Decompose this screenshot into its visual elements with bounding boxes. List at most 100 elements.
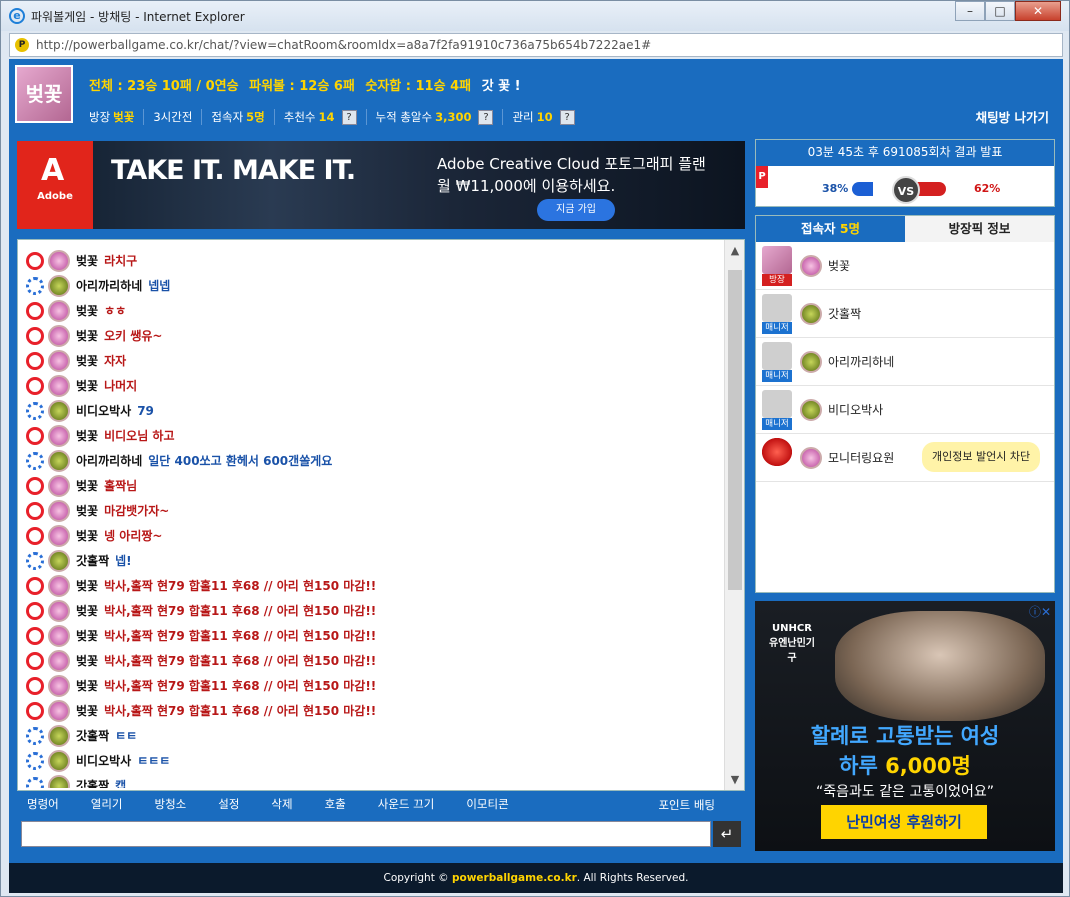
message-nick[interactable]: 벚꽃	[76, 302, 98, 319]
rank-icon	[48, 599, 70, 622]
message-nick[interactable]: 벚꽃	[76, 702, 98, 719]
toolbar-item[interactable]: 방청소	[155, 796, 187, 812]
chat-message: 비디오박사 79	[18, 398, 724, 423]
powerball-badge-icon	[26, 576, 44, 595]
chat-scrollbar[interactable]: ▲ ▼	[724, 240, 744, 790]
user-name[interactable]: 비디오박사	[828, 401, 883, 418]
ad-signup-button[interactable]: 지금 가입	[537, 199, 615, 221]
rank-icon	[48, 724, 70, 747]
room-stats: 전체 : 23승 10패 / 0연승 파워볼 : 12승 6패 숫자합 : 11…	[89, 75, 527, 94]
adobe-banner-ad[interactable]: A Adobe TAKE IT. MAKE IT. Adobe Creative …	[17, 141, 745, 229]
help-icon[interactable]: ?	[341, 109, 357, 125]
user-row[interactable]: 방장 벚꽃	[756, 242, 1054, 290]
ad-line-2a: 하루	[839, 754, 886, 778]
user-row[interactable]: 모니터링요원 개인정보 발언시 차단	[756, 434, 1054, 482]
tab-users[interactable]: 접속자 5명	[756, 216, 905, 242]
chat-message: 벚꽃 박사,홀짝 현79 합홀11 후68 // 아리 현150 마감!!	[18, 698, 724, 723]
result-countdown: 03분 45초 후 691085회차 결과 발표	[756, 140, 1054, 166]
message-text: 박사,홀짝 현79 합홀11 후68 // 아리 현150 마감!!	[104, 629, 377, 643]
powerball-badge-icon	[26, 251, 44, 270]
manage-count: 10	[536, 110, 553, 124]
address-bar[interactable]: P http://powerballgame.co.kr/chat/?view=…	[9, 33, 1063, 57]
ad-close-icon[interactable]: ⓘ✕	[1029, 603, 1051, 620]
help-icon[interactable]: ?	[559, 109, 575, 125]
message-nick[interactable]: 벚꽃	[76, 352, 98, 369]
toolbar-item[interactable]: 명령어	[27, 796, 59, 812]
rank-icon	[48, 274, 70, 297]
tab-users-count: 5명	[839, 221, 861, 236]
message-text: 캡	[115, 779, 127, 788]
message-nick[interactable]: 벚꽃	[76, 577, 98, 594]
scroll-down-icon[interactable]: ▼	[725, 773, 745, 786]
message-nick[interactable]: 아리까리하네	[76, 452, 142, 469]
user-name[interactable]: 아리까리하네	[828, 353, 894, 370]
unhcr-banner-ad[interactable]: ⓘ✕ UNHCR 유엔난민기구 할례로 고통받는 여성 하루 6,000명 “죽…	[755, 601, 1055, 851]
user-name[interactable]: 벚꽃	[828, 257, 850, 274]
message-nick[interactable]: 벚꽃	[76, 627, 98, 644]
message-text: 박사,홀짝 현79 합홀11 후68 // 아리 현150 마감!!	[104, 654, 377, 668]
message-nick[interactable]: 벚꽃	[76, 527, 98, 544]
toolbar-item[interactable]: 열리기	[91, 796, 123, 812]
message-nick[interactable]: 갓홀짝	[76, 777, 109, 788]
user-avatar	[762, 437, 792, 478]
message-nick[interactable]: 벚꽃	[76, 502, 98, 519]
point-bet-button[interactable]: 포인트 배팅	[658, 797, 715, 813]
owner-name[interactable]: 벚꽃	[113, 109, 134, 125]
message-nick[interactable]: 비디오박사	[76, 402, 131, 419]
rank-icon	[48, 424, 70, 447]
rank-icon	[48, 649, 70, 672]
toolbar-item[interactable]: 설정	[218, 796, 239, 812]
message-text: 넵!	[115, 554, 132, 568]
powerball-badge-icon	[26, 701, 44, 720]
stat-total: 전체 : 23승 10패 / 0연승	[89, 79, 239, 94]
footer-site-link[interactable]: powerballgame.co.kr	[452, 872, 577, 884]
help-icon[interactable]: ?	[478, 109, 494, 125]
chat-input[interactable]	[21, 821, 711, 847]
message-nick[interactable]: 벚꽃	[76, 252, 98, 269]
powerball-badge-icon	[26, 626, 44, 645]
user-row[interactable]: 매니저 비디오박사	[756, 386, 1054, 434]
message-nick[interactable]: 벚꽃	[76, 652, 98, 669]
message-nick[interactable]: 벚꽃	[76, 477, 98, 494]
ad-donate-button[interactable]: 난민여성 후원하기	[821, 805, 987, 839]
rank-icon	[48, 374, 70, 397]
scroll-up-icon[interactable]: ▲	[725, 244, 745, 257]
minimize-button[interactable]: –	[955, 1, 985, 21]
message-nick[interactable]: 벚꽃	[76, 602, 98, 619]
message-nick[interactable]: 아리까리하네	[76, 277, 142, 294]
rank-icon	[48, 399, 70, 422]
message-nick[interactable]: 벚꽃	[76, 327, 98, 344]
toolbar-item[interactable]: 삭제	[271, 796, 292, 812]
window-controls: – □ ✕	[955, 1, 1061, 21]
exit-room-button[interactable]: 채팅방 나가기	[976, 107, 1049, 126]
user-avatar: 매니저	[762, 389, 792, 430]
scroll-thumb[interactable]	[728, 270, 742, 590]
vs-badge: VS	[892, 176, 920, 204]
message-nick[interactable]: 벚꽃	[76, 677, 98, 694]
message-text: ㅌㅌ	[115, 729, 138, 743]
url-text[interactable]: http://powerballgame.co.kr/chat/?view=ch…	[36, 38, 651, 52]
message-nick[interactable]: 비디오박사	[76, 752, 131, 769]
toolbar-item[interactable]: 사운드 끄기	[378, 796, 435, 812]
chat-message: 벚꽃 오키 쌩유~	[18, 323, 724, 348]
message-nick[interactable]: 갓홀짝	[76, 727, 109, 744]
message-text: 마감뱃가자~	[104, 504, 170, 518]
message-nick[interactable]: 벚꽃	[76, 427, 98, 444]
toolbar-item[interactable]: 호출	[325, 796, 346, 812]
send-button[interactable]: ↵	[713, 821, 741, 847]
maximize-button[interactable]: □	[985, 1, 1015, 21]
user-row[interactable]: 매니저 아리까리하네	[756, 338, 1054, 386]
user-name[interactable]: 모니터링요원	[828, 449, 894, 466]
level-badge-icon	[26, 551, 44, 570]
ad-line-2: 하루 6,000명	[755, 751, 1055, 781]
toolbar-item[interactable]: 이모티콘	[466, 796, 508, 812]
user-name[interactable]: 갓홀짝	[828, 305, 861, 322]
message-nick[interactable]: 벚꽃	[76, 377, 98, 394]
powerball-badge-icon	[26, 501, 44, 520]
close-button[interactable]: ✕	[1015, 1, 1061, 21]
user-row[interactable]: 매니저 갓홀짝	[756, 290, 1054, 338]
tab-owner-pick[interactable]: 방장픽 정보	[905, 216, 1054, 242]
message-nick[interactable]: 갓홀짝	[76, 552, 109, 569]
left-percent: 38%	[822, 182, 849, 195]
recommend-count: 14	[318, 110, 335, 124]
